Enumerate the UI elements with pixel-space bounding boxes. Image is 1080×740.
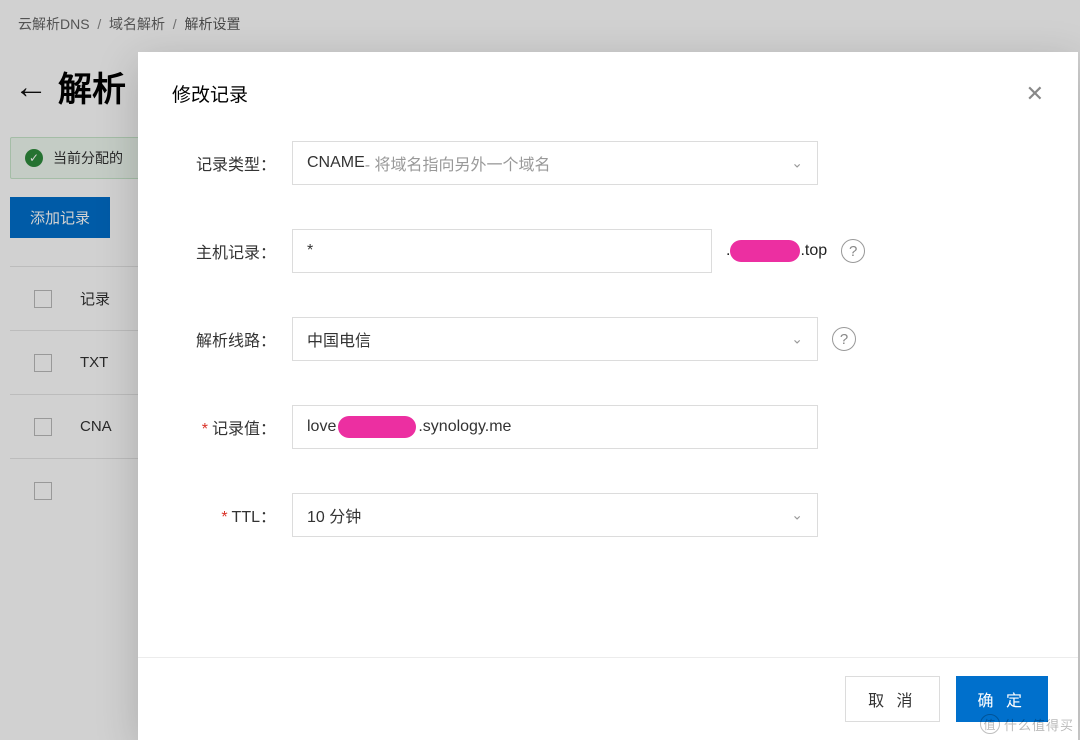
chevron-down-icon: ⌄: [791, 507, 803, 524]
label-record-type: 记录类型：: [172, 151, 292, 175]
domain-top: .top: [800, 242, 827, 260]
ttl-select[interactable]: 10 分钟 ⌄: [292, 493, 818, 537]
record-type-value: CNAME: [307, 154, 365, 172]
redacted-value: [338, 416, 416, 438]
record-value-input[interactable]: love .synology.me: [292, 405, 818, 449]
help-icon[interactable]: ?: [832, 327, 856, 351]
edit-record-modal: 修改记录 ✕ 记录类型： CNAME - 将域名指向另外一个域名 ⌄ 主机记录：…: [138, 52, 1078, 740]
chevron-down-icon: ⌄: [791, 155, 803, 172]
cancel-button[interactable]: 取 消: [845, 676, 939, 722]
host-record-value: *: [307, 242, 313, 260]
modal-title: 修改记录: [172, 80, 248, 107]
ttl-value: 10 分钟: [307, 503, 361, 527]
help-icon[interactable]: ?: [841, 239, 865, 263]
resolve-line-select[interactable]: 中国电信 ⌄: [292, 317, 818, 361]
ok-button[interactable]: 确 定: [956, 676, 1048, 722]
label-record-value: *记录值：: [172, 415, 292, 439]
close-icon[interactable]: ✕: [1026, 81, 1044, 107]
label-host-record: 主机记录：: [172, 239, 292, 263]
resolve-line-value: 中国电信: [307, 327, 371, 351]
label-resolve-line: 解析线路：: [172, 327, 292, 351]
redacted-domain: [730, 240, 800, 262]
label-ttl: *TTL：: [172, 503, 292, 527]
chevron-down-icon: ⌄: [791, 331, 803, 348]
record-value-suffix: .synology.me: [418, 418, 511, 436]
domain-suffix: . .top: [726, 240, 827, 262]
record-type-select[interactable]: CNAME - 将域名指向另外一个域名 ⌄: [292, 141, 818, 185]
host-record-input[interactable]: *: [292, 229, 712, 273]
record-type-hint: - 将域名指向另外一个域名: [365, 151, 551, 175]
record-value-prefix: love: [307, 418, 336, 436]
